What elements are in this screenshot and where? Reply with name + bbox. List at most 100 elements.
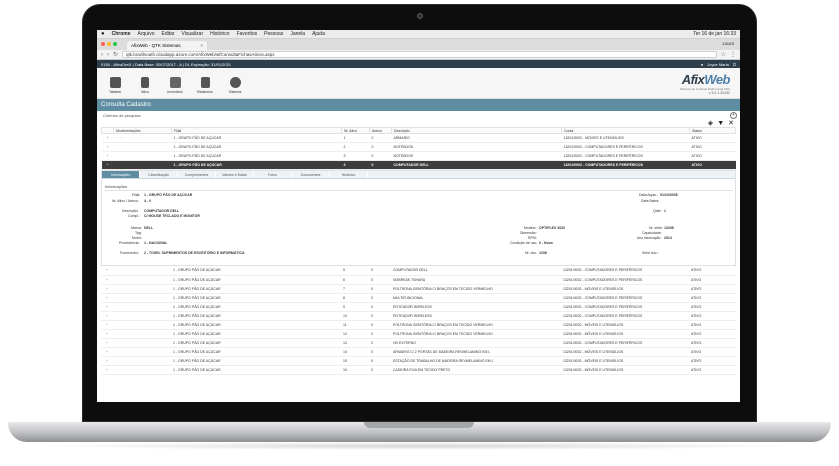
cell-mov	[113, 320, 171, 330]
tab-documentos[interactable]: Documentos	[292, 171, 330, 178]
table-row[interactable]: +1 - GRUPO PÃO DE AÇÚCAR 8 0 MULTIFUNCIONAL…	[101, 293, 736, 303]
table-row[interactable]: +1 - GRUPO PÃO DE AÇÚCAR 9 0 ROTEADOR WIREL…	[101, 302, 736, 312]
table-row[interactable]: +1 - GRUPO PÃO DE AÇÚCAR 15 0 ESTAÇÃO DE TR…	[101, 356, 736, 366]
toolbar-relatorios[interactable]: Relatórios	[195, 77, 215, 94]
menu-app[interactable]: Chrome	[112, 31, 131, 37]
expand-row-icon[interactable]: +	[101, 266, 113, 276]
cell-status: ATIVO	[689, 365, 736, 375]
expand-row-icon[interactable]: +	[101, 338, 113, 348]
menu-item[interactable]: Janela	[290, 31, 305, 37]
minimize-window-icon[interactable]	[107, 42, 111, 46]
expand-row-icon[interactable]: +	[101, 151, 114, 161]
tools-icon[interactable]: ✕	[728, 119, 734, 127]
menu-item[interactable]: Histórico	[210, 31, 229, 37]
menu-item[interactable]: Editar	[161, 31, 174, 37]
back-icon[interactable]: ‹	[101, 52, 103, 58]
expand-row-icon[interactable]: +	[101, 284, 113, 294]
expand-row-icon[interactable]: +	[101, 275, 113, 285]
label-marca: Marca:	[131, 226, 142, 230]
user-name[interactable]: Joyce Maria	[707, 62, 729, 67]
expand-row-icon[interactable]: +	[101, 311, 113, 321]
layers-icon[interactable]: ◈	[708, 119, 713, 127]
expand-row-icon[interactable]: +	[101, 329, 113, 339]
expand-row-icon[interactable]: +	[101, 142, 114, 152]
table-row[interactable]: +1 - GRUPO PÃO DE AÇÚCAR 10 0 ROTEADOR WIRE…	[101, 311, 736, 321]
tab-historico[interactable]: Histórico	[330, 171, 368, 178]
tab-classificacao[interactable]: Classificação	[140, 171, 178, 178]
tab-complementos[interactable]: Complementos	[178, 171, 216, 178]
power-icon[interactable]: ⏻	[733, 62, 736, 67]
star-icon[interactable]: ☆	[721, 51, 726, 58]
cell-desc: NOTEBOOK	[391, 151, 562, 161]
apple-icon[interactable]: ●	[101, 31, 105, 37]
cell-anexo: 0	[369, 275, 391, 285]
reload-icon[interactable]: ↻	[113, 51, 118, 58]
value-fornecedor: 2 - TOSEL SUPRIMENTOS DE ESCRITÓRIO E IN…	[144, 251, 245, 255]
cell-conta: 13201/0002 - MÓVEIS E UTENSÍLIOS	[561, 133, 690, 143]
user-icon[interactable]: ●	[701, 62, 703, 67]
tab-fotos[interactable]: Fotos	[254, 171, 292, 178]
value-ano-fab: 2014	[664, 236, 672, 240]
table-row[interactable]: +1 - GRUPO PÃO DE AÇÚCAR 7 0 POLTRONA GIRAT…	[101, 284, 736, 294]
menu-item[interactable]: Arquivo	[138, 31, 155, 37]
expand-row-icon[interactable]: +	[101, 347, 113, 357]
cell-nr: 5	[341, 266, 369, 276]
table-row[interactable]: +1 - GRUPO PÃO DE AÇÚCAR 5 0 COMPUTADOR DEL…	[101, 266, 736, 276]
toolbar-ativo[interactable]: Ativo	[135, 77, 155, 94]
cell-status: ATIVO	[689, 338, 736, 348]
close-tab-icon[interactable]: ×	[200, 43, 203, 48]
table-row[interactable]: +1 - GRUPO PÃO DE AÇÚCAR 16 0 CADEIRA FIXA …	[101, 365, 736, 375]
forward-icon[interactable]: ›	[107, 52, 109, 58]
table-row[interactable]: +1 - GRUPO PÃO DE AÇÚCAR 11 0 POLTRONA GIRA…	[101, 320, 736, 330]
search-criteria[interactable]: Critérios de pesquisa +	[97, 111, 740, 119]
maximize-window-icon[interactable]	[113, 42, 117, 46]
menu-item[interactable]: Favoritos	[237, 31, 258, 37]
tab-valores-datas[interactable]: Valores e Datas	[216, 171, 254, 178]
expand-row-icon[interactable]: +	[101, 293, 113, 303]
expand-row-icon[interactable]: +	[101, 133, 114, 143]
toolbar-label: Relatórios	[197, 90, 213, 94]
table-row[interactable]: +1 - GRUPO PÃO DE AÇÚCAR 13 0 HD EXTERNO 132…	[101, 338, 736, 348]
cell-nr: 3	[341, 151, 370, 161]
cell-desc: MULTIFUNCIONAL	[391, 293, 561, 303]
table-row-selected[interactable]: − 1 - GRUPO PÃO DE AÇÚCAR 4 0 COMPUTADOR…	[101, 160, 736, 170]
cell-status: ATIVO	[689, 142, 736, 152]
expand-filters-icon[interactable]: +	[730, 112, 737, 119]
laptop-notch	[364, 422, 474, 428]
label-procedencia: Procedência:	[119, 241, 140, 245]
filter-icon[interactable]: ▼	[717, 120, 724, 127]
clock: Ter 16 de jan 16:33	[693, 31, 736, 37]
row-actions-icons[interactable]: ▫ ▫ ▫ ▫	[113, 133, 172, 143]
tab-title: AfixWeb - QTK Sistemas	[131, 43, 181, 48]
tab-informacoes[interactable]: Informações	[102, 171, 140, 178]
cell-filial: 1 - GRUPO PÃO DE AÇÚCAR	[171, 356, 341, 366]
label-serie-doc: Série doc.:	[642, 251, 659, 255]
expand-row-icon[interactable]: +	[101, 365, 113, 375]
toolbar-inventario[interactable]: Inventário	[165, 77, 185, 94]
menu-dots-icon[interactable]: ⋮	[730, 51, 736, 58]
collapse-row-icon[interactable]: −	[101, 160, 114, 170]
url-field[interactable]: qtk.brazilsouth.cloudapp.azure.com/AfixW…	[122, 51, 717, 58]
cell-status: ATIVO	[689, 160, 736, 170]
expand-row-icon[interactable]: +	[101, 320, 113, 330]
label-ano-fab: Ano fabricação:	[637, 236, 662, 240]
table-row[interactable]: +1 - GRUPO PÃO DE AÇÚCAR 14 0 ARMARIO C/ 2 …	[101, 347, 736, 357]
close-window-icon[interactable]	[101, 42, 105, 46]
menu-item[interactable]: Ajuda	[312, 31, 325, 37]
browser-tab[interactable]: AfixWeb - QTK Sistemas ×	[127, 41, 207, 50]
toolbar-label: Ativo	[141, 90, 149, 94]
toolbar-tabelas[interactable]: Tabelas	[105, 77, 125, 94]
table-row[interactable]: +1 - GRUPO PÃO DE AÇÚCAR 6 0 NOBREAK TSHARA…	[101, 275, 736, 285]
table-row[interactable]: + ▫ ▫ ▫ ▫ 1 - GRUPO PÃO DE AÇÚCAR 1 0 AR…	[101, 133, 736, 143]
toolbar-sistema[interactable]: Sistema	[225, 77, 245, 94]
expand-row-icon[interactable]: +	[101, 356, 113, 366]
cell-nr: 14	[341, 347, 369, 357]
menu-item[interactable]: Pessoas	[264, 31, 283, 37]
browser-user[interactable]: Laura	[722, 41, 734, 46]
table-row[interactable]: +1 - GRUPO PÃO DE AÇÚCAR 12 0 POLTRONA GIRA…	[101, 329, 736, 339]
expand-row-icon[interactable]: +	[101, 302, 113, 312]
menu-item[interactable]: Visualizar	[182, 31, 204, 37]
cell-mov	[113, 160, 172, 170]
table-row[interactable]: + 1 - GRUPO PÃO DE AÇÚCAR 3 0 NOTEBOOK 1…	[101, 151, 736, 161]
table-row[interactable]: + 1 - GRUPO PÃO DE AÇÚCAR 2 0 NOTEBOOK 1…	[101, 142, 736, 152]
